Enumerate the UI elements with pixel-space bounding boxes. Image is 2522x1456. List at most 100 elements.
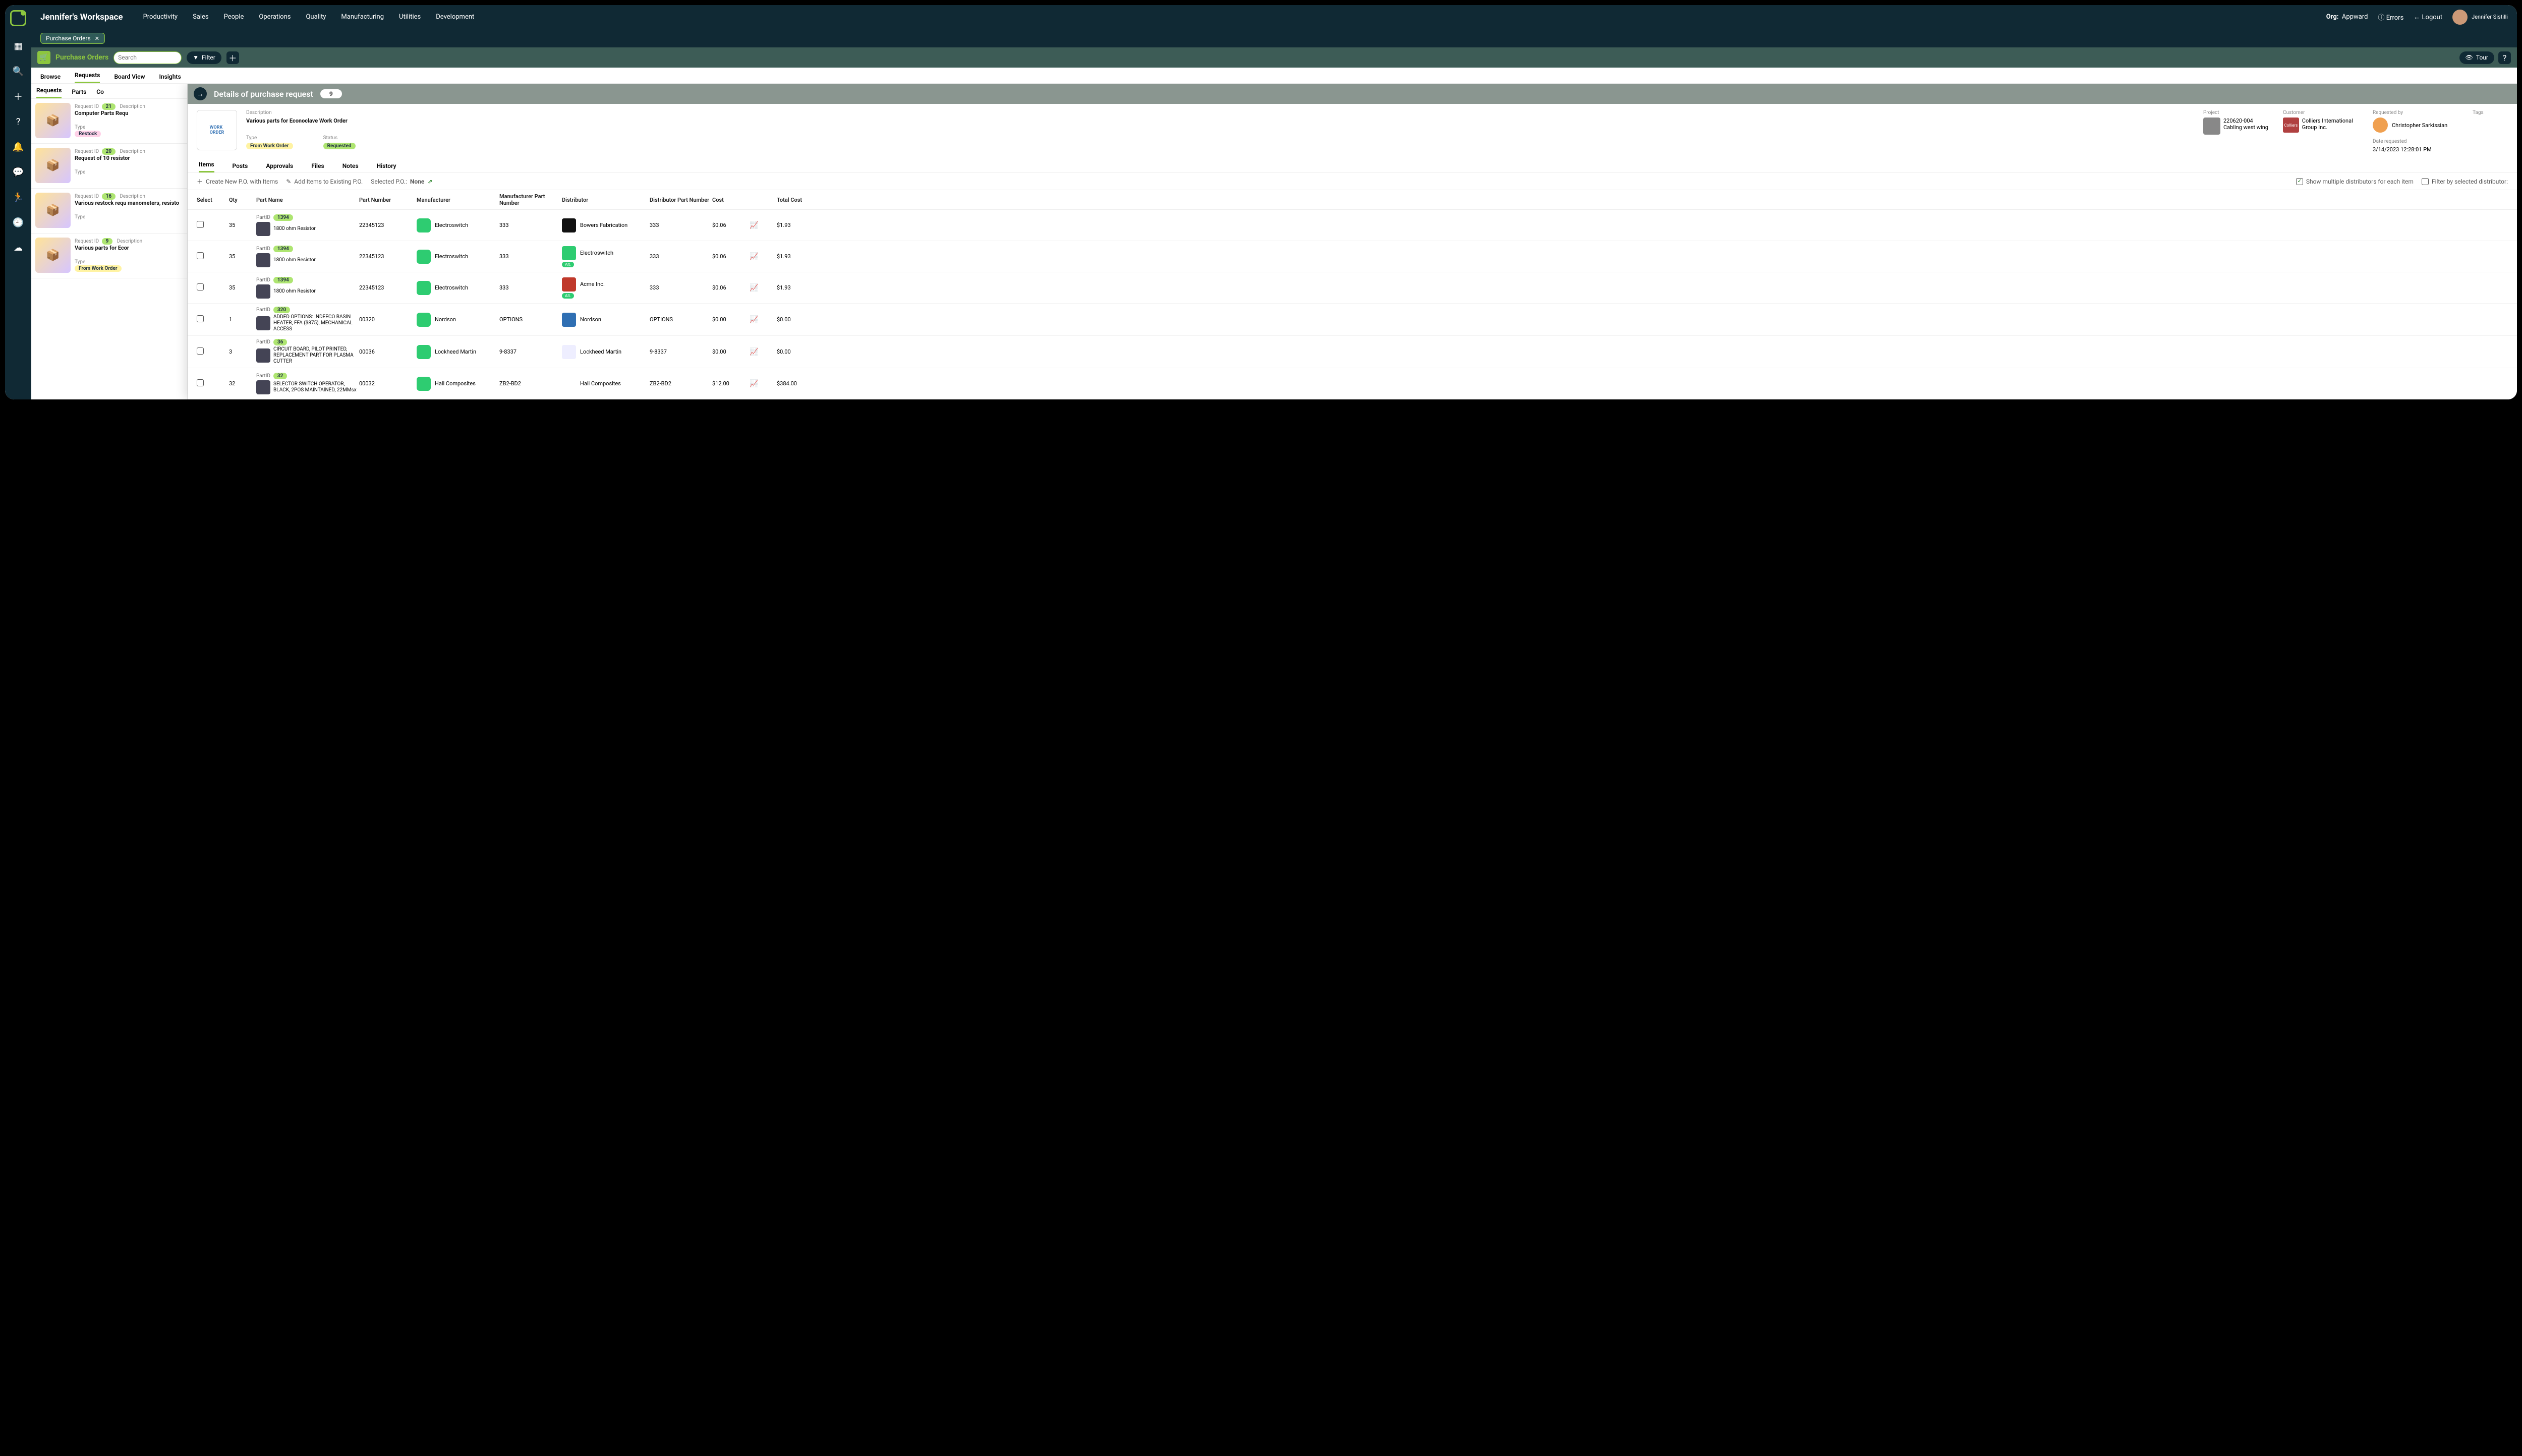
chart-icon[interactable]: 📈: [750, 253, 775, 261]
avatar[interactable]: [2452, 10, 2468, 25]
nav-link[interactable]: Utilities: [399, 13, 421, 21]
bell-icon[interactable]: 🔔: [13, 141, 24, 152]
row-checkbox[interactable]: [197, 283, 204, 290]
dtab-items[interactable]: Items: [199, 161, 214, 172]
collapse-icon[interactable]: →: [194, 87, 207, 100]
filter-dist-checkbox[interactable]: Filter by selected distributor:: [2422, 178, 2508, 185]
close-icon[interactable]: ✕: [95, 35, 99, 42]
row-checkbox[interactable]: [197, 252, 204, 259]
activity-icon[interactable]: 🏃: [13, 192, 24, 203]
row-checkbox[interactable]: [197, 347, 204, 355]
chart-icon[interactable]: 📈: [750, 348, 775, 356]
row-checkbox[interactable]: [197, 221, 204, 228]
mfr-logo-icon: [417, 281, 431, 295]
cell-mfr: Electroswitch: [435, 253, 468, 260]
table-row: 35 PartID1394 1800 ohm Resistor 22345123…: [188, 272, 2517, 304]
requests-sidepane: Requests Parts Co 📦 Request ID 21 Descri…: [31, 84, 188, 399]
detail-description: Various parts for Econoclave Work Order: [246, 118, 2194, 124]
chat-icon[interactable]: 💬: [13, 166, 24, 178]
side-tabs: Requests Parts Co: [31, 84, 187, 99]
help-icon[interactable]: ?: [13, 116, 24, 127]
partid-badge: 320: [273, 307, 290, 313]
request-id-badge: 9: [102, 238, 113, 245]
request-card[interactable]: 📦 Request ID 16 Description Various rest…: [31, 189, 187, 234]
add-items-button[interactable]: ✎Add Items to Existing P.O.: [286, 178, 363, 185]
part-thumb-icon: [256, 253, 270, 267]
status-badge: Requested: [323, 143, 356, 149]
add-icon[interactable]: ＋: [13, 91, 24, 102]
nav-link[interactable]: Quality: [306, 13, 326, 21]
apps-icon[interactable]: ▦: [13, 40, 24, 51]
user-name: Jennifer Sistilli: [2472, 14, 2508, 20]
nav-link[interactable]: Sales: [193, 13, 209, 21]
row-checkbox[interactable]: [197, 379, 204, 386]
dtab-posts[interactable]: Posts: [233, 162, 248, 172]
nav-link[interactable]: Operations: [259, 13, 291, 21]
errors-button[interactable]: ⓘ Errors: [2378, 12, 2403, 22]
clock-icon[interactable]: 🕘: [13, 217, 24, 228]
tab-browse[interactable]: Browse: [40, 73, 61, 83]
cell-dpn: 9-8337: [650, 348, 710, 355]
search-icon[interactable]: 🔍: [13, 66, 24, 77]
help-button[interactable]: ?: [2498, 51, 2511, 64]
row-checkbox[interactable]: [197, 315, 204, 322]
funnel-icon: ▼: [193, 54, 199, 61]
tab-board[interactable]: Board View: [114, 73, 145, 83]
cell-cost: $0.00: [712, 348, 748, 355]
detail-title: Details of purchase request: [214, 89, 313, 99]
tab-insights[interactable]: Insights: [159, 73, 181, 83]
mfr-logo-icon: [417, 345, 431, 359]
detail-panel: → Details of purchase request 9 WORKORDE…: [188, 84, 2517, 399]
nav-link[interactable]: Productivity: [143, 13, 178, 21]
tour-button[interactable]: 👁Tour: [2459, 51, 2494, 64]
sidetab-co[interactable]: Co: [96, 88, 104, 98]
cell-dpn: ZB2-BD2: [650, 380, 710, 387]
chart-icon[interactable]: 📈: [750, 380, 775, 388]
customer-name: Colliers International Group Inc.: [2302, 118, 2364, 133]
org-name[interactable]: Appward: [2342, 13, 2368, 21]
dtab-approvals[interactable]: Approvals: [266, 162, 293, 172]
sidetab-parts[interactable]: Parts: [72, 88, 86, 98]
app-rail: ▦ 🔍 ＋ ? 🔔 💬 🏃 🕘 ☁: [5, 5, 31, 399]
request-card[interactable]: 📦 Request ID 20 Description Request of 1…: [31, 144, 187, 189]
cell-cost: $0.00: [712, 316, 748, 323]
cell-dist: Hall Composites: [580, 380, 621, 387]
cell-qty: 3: [229, 348, 254, 355]
nav-link[interactable]: Development: [436, 13, 474, 21]
create-po-button[interactable]: ＋Create New P.O. with Items: [197, 177, 278, 186]
chart-icon[interactable]: 📈: [750, 316, 775, 324]
table-row: 3 PartID36 CIRCUIT BOARD, PILOT PRINTED,…: [188, 336, 2517, 368]
org-label: Org:: [2326, 13, 2339, 21]
cell-part-name: 1800 ohm Resistor: [273, 226, 316, 232]
request-desc: Various restock requ manometers, resisto: [75, 200, 183, 206]
filter-button[interactable]: ▼Filter: [187, 51, 221, 64]
nav-link[interactable]: People: [224, 13, 244, 21]
dtab-history[interactable]: History: [377, 162, 396, 172]
detail-tabs: Items Posts Approvals Files Notes Histor…: [188, 157, 2517, 173]
request-thumb-icon: 📦: [35, 238, 71, 273]
request-card[interactable]: 📦 Request ID 9 Description Various parts…: [31, 234, 187, 278]
cell-dist: Nordson: [580, 316, 601, 323]
app-logo[interactable]: [10, 10, 26, 26]
search-input[interactable]: 🔍: [113, 51, 182, 64]
show-multi-checkbox[interactable]: Show multiple distributors for each item: [2296, 178, 2414, 185]
cell-total: $0.00: [777, 316, 822, 323]
cell-mfr: Hall Composites: [435, 380, 476, 387]
request-card[interactable]: 📦 Request ID 21 Description Computer Par…: [31, 99, 187, 144]
window-tab[interactable]: Purchase Orders ✕: [40, 33, 105, 44]
partid-badge: 36: [273, 339, 287, 345]
external-link-icon[interactable]: ⇗: [427, 178, 432, 185]
chart-icon[interactable]: 📈: [750, 221, 775, 229]
request-thumb-icon: 📦: [35, 148, 71, 183]
dtab-notes[interactable]: Notes: [342, 162, 359, 172]
dtab-files[interactable]: Files: [311, 162, 324, 172]
eye-icon: 👁: [2466, 54, 2473, 61]
chart-icon[interactable]: 📈: [750, 284, 775, 292]
sidetab-requests[interactable]: Requests: [36, 87, 62, 98]
cell-dist: Electroswitch: [580, 250, 613, 256]
logout-button[interactable]: ← Logout: [2414, 13, 2442, 21]
cloud-icon[interactable]: ☁: [13, 242, 24, 253]
nav-link[interactable]: Manufacturing: [341, 13, 384, 21]
tab-requests[interactable]: Requests: [75, 72, 100, 83]
add-button[interactable]: ＋: [226, 51, 239, 64]
